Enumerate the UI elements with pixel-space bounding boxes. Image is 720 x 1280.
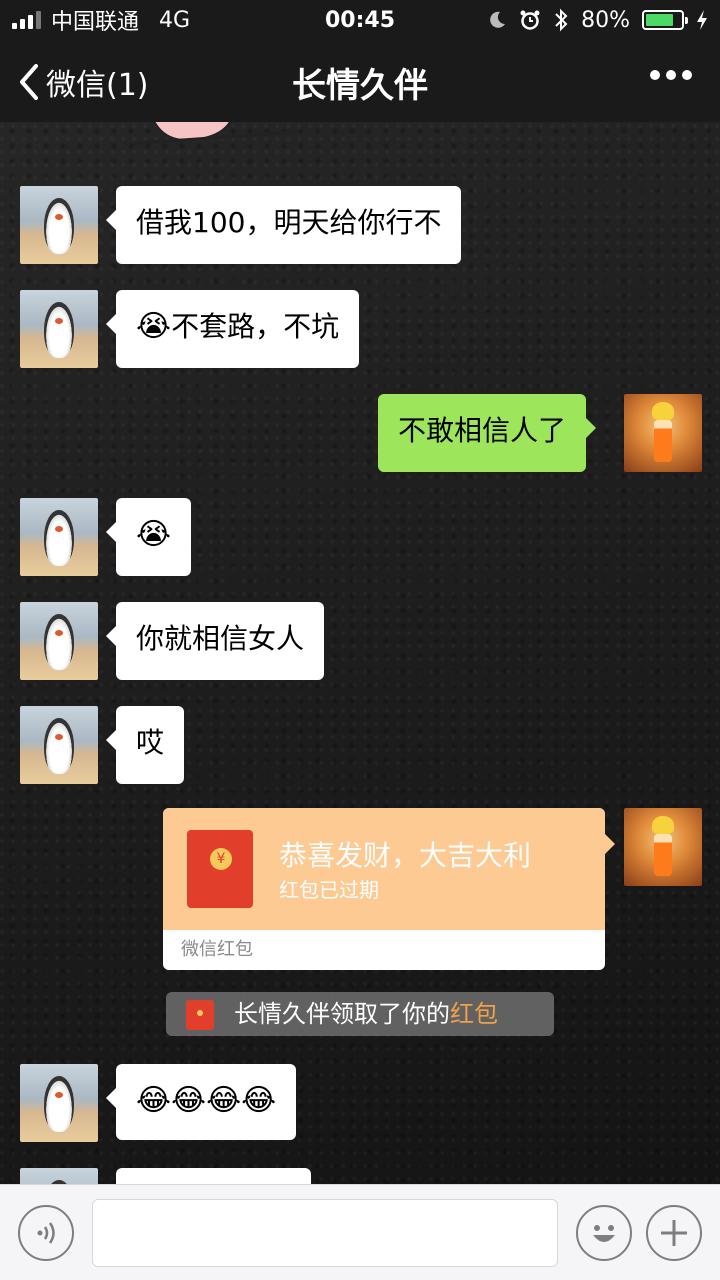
moon-icon [490, 11, 506, 28]
carrier-name: 中国联通 [51, 10, 140, 35]
plus-icon [661, 1220, 687, 1246]
more-dot-icon [682, 70, 692, 80]
message-bubble[interactable] [116, 1168, 311, 1184]
my-avatar[interactable] [624, 394, 702, 472]
back-button[interactable]: 微信(1) [18, 60, 149, 104]
message-bubble[interactable]: 哎 [105, 706, 185, 784]
battery-percent: 80% [581, 7, 630, 33]
red-envelope-icon [187, 830, 253, 908]
more-dot-icon [666, 70, 676, 80]
crying-laughing-emoji: 😭 [136, 309, 172, 344]
red-packet-status: 红包已过期 [279, 878, 379, 902]
bluetooth-icon [555, 8, 568, 32]
system-message: 长情久伴领取了你的红包 [166, 992, 554, 1036]
contact-avatar[interactable] [20, 290, 98, 368]
message-text: 你就相信女人 [136, 622, 305, 655]
charging-icon [697, 10, 707, 30]
message-input[interactable] [92, 1199, 558, 1267]
contact-avatar[interactable] [20, 498, 98, 576]
status-bar: 中国联通 4G 00:45 80% [0, 0, 720, 40]
emoji-button[interactable] [576, 1205, 632, 1261]
alarm-icon [520, 10, 540, 30]
message-bubble[interactable]: 借我100，明天给你行不 [105, 186, 462, 264]
message-text: 不敢相信人了 [398, 414, 567, 447]
red-packet-body: 恭喜发财，大吉大利 红包已过期 [163, 808, 605, 930]
message-bubble[interactable]: 你就相信女人 [105, 602, 325, 680]
red-envelope-icon [186, 1000, 214, 1030]
contact-avatar[interactable] [20, 1168, 98, 1184]
contact-avatar[interactable] [20, 602, 98, 680]
smiley-icon [593, 1225, 615, 1242]
voice-button[interactable] [18, 1205, 74, 1261]
red-packet-link[interactable]: 红包 [450, 1000, 498, 1028]
red-packet-title: 恭喜发财，大吉大利 [279, 839, 532, 872]
system-message-text: 长情久伴领取了你的 [234, 1000, 450, 1028]
chat-area[interactable]: 借我100，明天给你行不 😭不套路，不坑 不敢相信人了 😭 你就相信女人 哎 恭… [0, 122, 720, 1184]
bubble-tail [605, 834, 615, 854]
signal-icon [12, 11, 41, 29]
red-packet-footer: 微信红包 [181, 939, 253, 960]
sent-message-bubble[interactable]: 不敢相信人了 [378, 394, 597, 472]
message-bubble[interactable]: 😭 [105, 498, 192, 576]
message-text: 不套路，不坑 [171, 310, 340, 343]
input-bar [0, 1184, 720, 1280]
more-functions-button[interactable] [646, 1205, 702, 1261]
message-text: 借我100，明天给你行不 [136, 206, 442, 239]
message-text: 哎 [136, 726, 165, 759]
crying-laughing-emoji: 😂😂😂😂 [136, 1083, 277, 1118]
voice-icon [37, 1222, 55, 1244]
message-bubble[interactable]: 😭不套路，不坑 [105, 290, 360, 368]
back-label: 微信(1) [46, 68, 149, 103]
nav-bar: 微信(1) 长情久伴 [0, 40, 720, 122]
contact-avatar[interactable] [20, 1064, 98, 1142]
contact-avatar[interactable] [20, 186, 98, 264]
more-button[interactable] [650, 70, 692, 80]
contact-avatar[interactable] [20, 706, 98, 784]
my-avatar[interactable] [624, 808, 702, 886]
sticker-image[interactable] [120, 122, 350, 162]
message-bubble[interactable]: 😂😂😂😂 [105, 1064, 297, 1140]
red-packet-card[interactable]: 恭喜发财，大吉大利 红包已过期 微信红包 [163, 808, 605, 970]
more-dot-icon [650, 70, 660, 80]
crying-laughing-emoji: 😭 [136, 517, 172, 552]
network-type: 4G [159, 7, 191, 33]
battery-level [646, 14, 674, 26]
battery-icon [642, 10, 688, 30]
chevron-left-icon [20, 64, 38, 100]
